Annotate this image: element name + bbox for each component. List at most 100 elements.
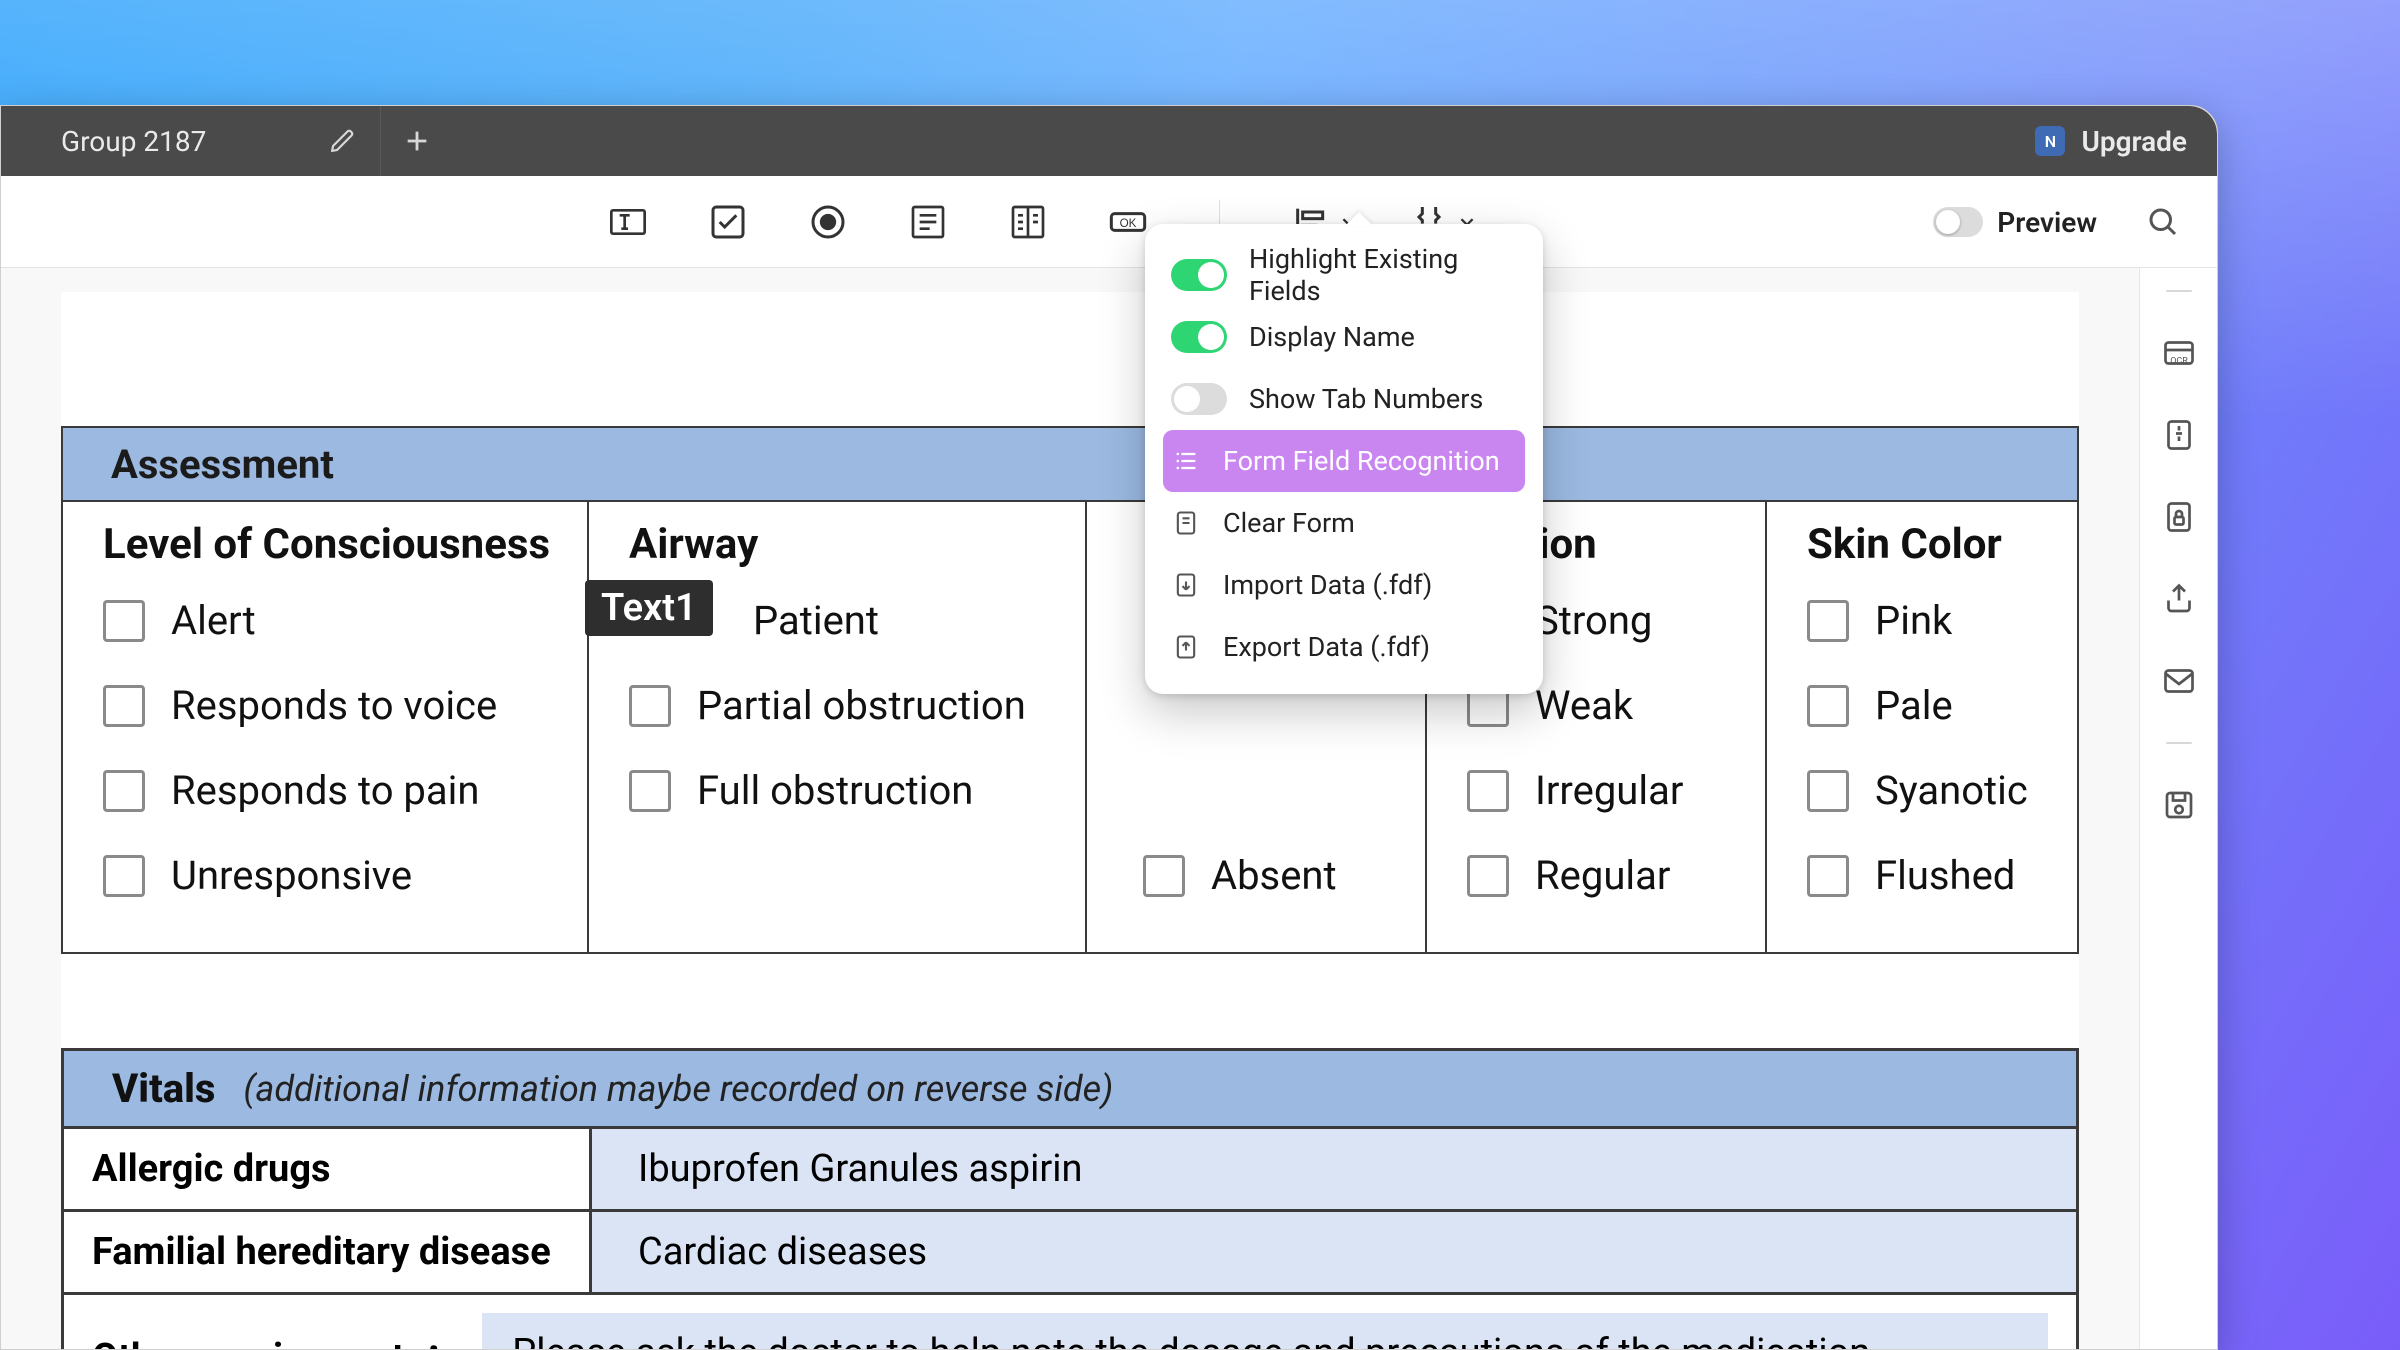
vitals-row-familial: Familial hereditary disease Cardiac dise… <box>64 1212 2076 1295</box>
list-icon <box>1171 446 1201 476</box>
popover-item-label: Export Data (.fdf) <box>1223 631 1430 663</box>
toggle-switch[interactable] <box>1171 321 1227 353</box>
checkbox-label: Responds to pain <box>171 767 479 814</box>
popover-form-field-recognition[interactable]: Form Field Recognition <box>1163 430 1525 492</box>
dropdown-tool[interactable] <box>1001 200 1055 244</box>
checkbox-label: Irregular <box>1535 767 1683 814</box>
vitals-row-label: Allergic drugs <box>64 1129 592 1209</box>
upgrade-badge-icon: N <box>2035 126 2065 156</box>
vitals-row-value[interactable]: Ibuprofen Granules aspirin <box>592 1129 2076 1209</box>
checkbox[interactable] <box>1467 855 1509 897</box>
preview-toggle-area: Preview <box>1933 176 2097 268</box>
checkbox-label: Strong <box>1535 597 1652 644</box>
checkbox[interactable] <box>1807 770 1849 812</box>
upgrade-label: Upgrade <box>2081 125 2187 158</box>
vitals-header: Vitals (additional information maybe rec… <box>64 1051 2076 1129</box>
preview-toggle[interactable] <box>1933 207 1983 237</box>
export-icon <box>1171 632 1201 662</box>
text-field-tool[interactable] <box>601 200 655 244</box>
checkbox-label: Responds to voice <box>171 682 497 729</box>
column-airway: Airway Text1 Patient Partial obstruction <box>589 502 1087 952</box>
document-tab[interactable]: Group 2187 <box>1 106 381 176</box>
upgrade-area[interactable]: N Upgrade <box>2035 106 2187 176</box>
vitals-row-value[interactable]: Please ask the doctor to help note the d… <box>482 1313 2048 1349</box>
checkbox-row: Pink <box>1807 597 2064 644</box>
checkbox-label: Flushed <box>1875 852 2015 899</box>
pencil-icon[interactable] <box>330 128 356 154</box>
checkbox-label: Full obstruction <box>697 767 973 814</box>
tab-title: Group 2187 <box>61 125 206 158</box>
checkbox-row: Irregular <box>1467 767 1737 814</box>
popover-clear-form[interactable]: Clear Form <box>1163 492 1525 554</box>
checkbox-label: Partial obstruction <box>697 682 1026 729</box>
form-toolbar: OK Preview <box>1 176 2217 268</box>
vitals-row-label: Familial hereditary disease <box>64 1212 592 1292</box>
right-sidebar: OCR <box>2139 268 2217 1349</box>
search-button[interactable] <box>2145 176 2181 268</box>
protect-icon[interactable] <box>2158 496 2200 538</box>
checkbox-label: Pale <box>1875 682 1953 729</box>
checkbox[interactable] <box>103 685 145 727</box>
checkbox[interactable] <box>1467 770 1509 812</box>
popover-item-label: Display Name <box>1249 321 1415 353</box>
vitals-title: Vitals <box>112 1065 215 1112</box>
checkbox[interactable] <box>1807 600 1849 642</box>
vitals-row-value[interactable]: Cardiac diseases <box>592 1212 2076 1292</box>
checkbox-tool[interactable] <box>701 200 755 244</box>
radio-button-tool[interactable] <box>801 200 855 244</box>
checkbox[interactable] <box>103 770 145 812</box>
vitals-row-label: Other requirements： <box>92 1326 462 1350</box>
checkbox-row: Flushed <box>1807 852 2064 899</box>
checkbox-row: Full obstruction <box>629 767 1057 814</box>
checkbox[interactable] <box>1143 855 1185 897</box>
document-canvas[interactable]: Assessment Level of Consciousness Alert … <box>1 268 2139 1349</box>
checkbox[interactable] <box>103 855 145 897</box>
checkbox-label: Patient <box>753 597 879 644</box>
new-tab-button[interactable] <box>389 113 445 169</box>
import-icon <box>1171 570 1201 600</box>
document-icon <box>1171 508 1201 538</box>
checkbox[interactable] <box>629 770 671 812</box>
checkbox[interactable] <box>1807 855 1849 897</box>
vitals-row-other: Other requirements： Please ask the docto… <box>64 1295 2076 1349</box>
checkbox[interactable] <box>103 600 145 642</box>
popover-export-data[interactable]: Export Data (.fdf) <box>1163 616 1525 678</box>
column-skin-color: Skin Color Pink Pale Syanotic <box>1767 502 2092 952</box>
checkbox-label: Regular <box>1535 852 1670 899</box>
checkbox-label: Weak <box>1535 682 1633 729</box>
preview-label: Preview <box>1997 206 2097 239</box>
checkbox-row: Unresponsive <box>103 852 559 899</box>
rail-separator <box>2166 290 2192 292</box>
svg-text:OCR: OCR <box>2170 357 2188 367</box>
checkbox-row: Partial obstruction <box>629 682 1057 729</box>
ocr-tool-icon[interactable]: OCR <box>2158 332 2200 374</box>
vitals-subtitle: (additional information maybe recorded o… <box>243 1068 1113 1110</box>
vitals-section: Vitals (additional information maybe rec… <box>61 1048 2079 1349</box>
checkbox-row: Responds to pain <box>103 767 559 814</box>
checkbox[interactable] <box>1807 685 1849 727</box>
popover-display-name: Display Name <box>1163 306 1525 368</box>
checkbox-label: Syanotic <box>1875 767 2028 814</box>
save-icon[interactable] <box>2158 784 2200 826</box>
checkbox-row: Syanotic <box>1807 767 2064 814</box>
mail-icon[interactable] <box>2158 660 2200 702</box>
popover-highlight-fields: Highlight Existing Fields <box>1163 244 1525 306</box>
column-title: Airway <box>629 520 1057 569</box>
toggle-switch[interactable] <box>1171 383 1227 415</box>
field-name-tag[interactable]: Text1 <box>585 580 713 636</box>
share-icon[interactable] <box>2158 578 2200 620</box>
list-box-tool[interactable] <box>901 200 955 244</box>
toggle-switch[interactable] <box>1171 259 1227 291</box>
compress-icon[interactable] <box>2158 414 2200 456</box>
column-consciousness: Level of Consciousness Alert Responds to… <box>63 502 589 952</box>
popover-item-label: Clear Form <box>1223 507 1355 539</box>
titlebar: Group 2187 N Upgrade <box>1 106 2217 176</box>
assessment-section-header: Assessment <box>61 426 2079 502</box>
app-window: Group 2187 N Upgrade <box>0 105 2218 1350</box>
form-tools-popover: Highlight Existing Fields Display Name S… <box>1145 224 1543 694</box>
checkbox-label: Alert <box>171 597 256 644</box>
checkbox-label: Unresponsive <box>171 852 412 899</box>
popover-import-data[interactable]: Import Data (.fdf) <box>1163 554 1525 616</box>
checkbox[interactable] <box>629 685 671 727</box>
vitals-row-allergic: Allergic drugs Ibuprofen Granules aspiri… <box>64 1129 2076 1212</box>
